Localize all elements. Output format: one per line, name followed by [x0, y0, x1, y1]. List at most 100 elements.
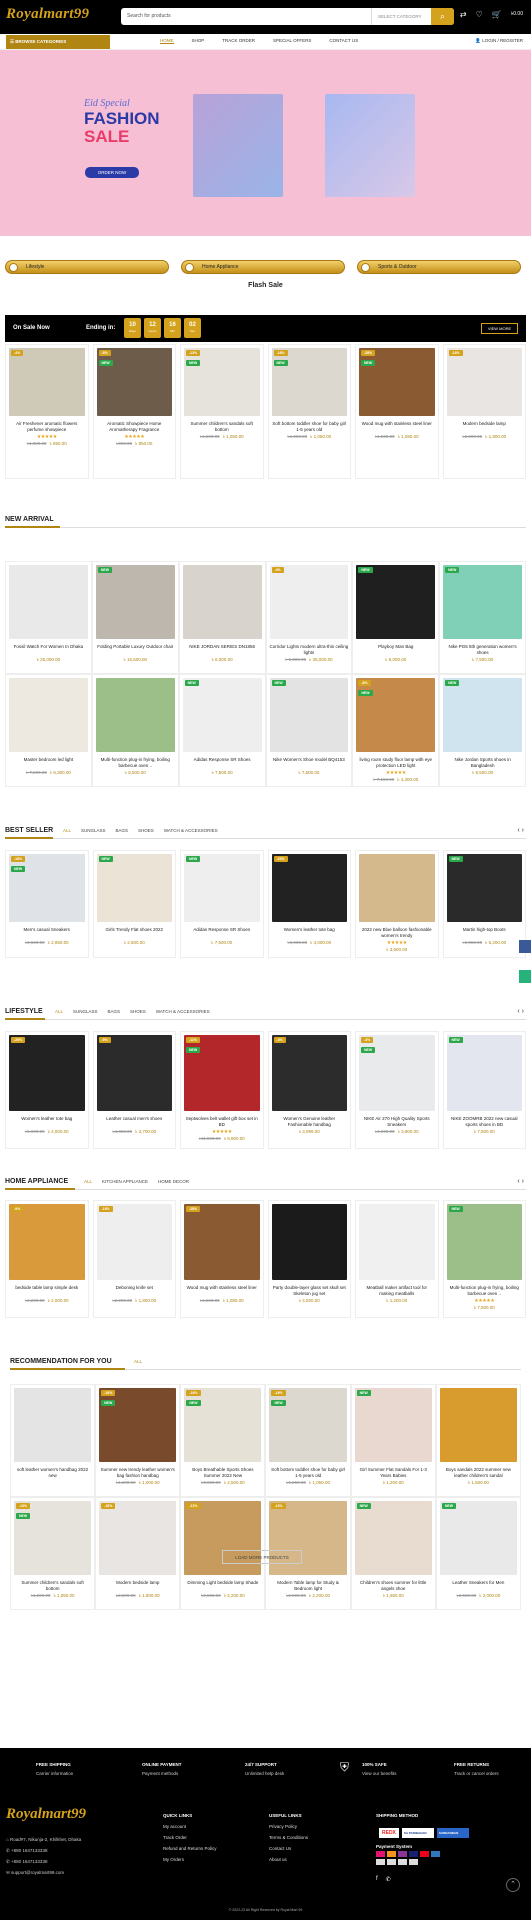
load-more-button[interactable]: LOAD MORE PRODUCTS — [222, 1550, 302, 1564]
product-card[interactable]: -8% NEW living room study floor lamp with … — [352, 674, 440, 787]
product-image[interactable] — [182, 565, 262, 639]
link-my-orders[interactable]: My Orders — [163, 1854, 217, 1865]
product-image[interactable] — [359, 1204, 435, 1280]
link-terms[interactable]: Terms & Conditions — [269, 1832, 308, 1843]
product-card[interactable]: -4% Corridor Lights modern ultra-thin cei… — [265, 561, 353, 674]
link-about-us[interactable]: About us — [269, 1854, 308, 1865]
product-image[interactable] — [96, 854, 172, 922]
product-image[interactable] — [184, 348, 260, 416]
nav-home[interactable]: HOME — [160, 38, 174, 44]
product-name[interactable]: Dimming Light bedside lamp Shade — [184, 1580, 261, 1586]
category-select[interactable]: SELECT CATEGORY — [371, 8, 431, 25]
carousel-arrows[interactable]: ‹ › — [517, 827, 524, 834]
product-name[interactable]: NIKE Air 270 High Quality Sports Sneaker… — [359, 1116, 435, 1127]
browse-categories-button[interactable]: ☰ BROWSE CATEGORIES — [6, 35, 110, 49]
tab-sunglass[interactable]: SUNGLASS — [81, 828, 106, 833]
product-image[interactable] — [354, 1388, 432, 1462]
site-logo[interactable]: Royalmart99 — [6, 6, 89, 23]
wishlist-icon[interactable]: ♡ — [476, 10, 483, 19]
nav-special-offers[interactable]: SPECIAL OFFERS — [273, 38, 311, 44]
product-card[interactable]: -18% Modern bedside lamp ৳2,200.00 ৳ 1,800.… — [442, 344, 526, 479]
product-image[interactable] — [271, 348, 347, 416]
product-image[interactable] — [184, 1204, 260, 1280]
product-name[interactable]: Soft bottom toddler shoe for baby girl 1… — [269, 1467, 346, 1478]
product-card[interactable]: -3% NEW NIKE Air 270 High Quality Sports S… — [355, 1031, 439, 1149]
carousel-arrows[interactable]: ‹ › — [517, 1008, 524, 1015]
product-image[interactable] — [359, 854, 435, 922]
product-name[interactable]: Meatball maker artifact tool for making … — [359, 1285, 435, 1296]
product-card[interactable]: -4% Women's Genuine leather Fashionable h… — [267, 1031, 351, 1149]
product-image[interactable] — [446, 1204, 522, 1280]
product-name[interactable]: Martin high-top Boots — [447, 927, 523, 933]
link-track-order[interactable]: Track Order — [163, 1832, 217, 1843]
product-name[interactable]: Nike Women's Shoe model BQ4153 — [270, 757, 349, 763]
link-contact-us[interactable]: Contact Us — [269, 1843, 308, 1854]
product-image[interactable] — [439, 1501, 517, 1575]
product-name[interactable]: Air Freshener aromatic flowers perfume s… — [9, 421, 85, 432]
phone-2[interactable]: ✆ +880 1647133338 — [6, 1856, 81, 1867]
product-image[interactable] — [96, 348, 172, 416]
product-image[interactable] — [9, 1035, 85, 1111]
product-card[interactable]: NEW Nike Jordan Sports shoes in Banglades… — [439, 674, 526, 787]
nav-shop[interactable]: SHOP — [192, 38, 205, 44]
product-name[interactable]: Adidas Response SR Shoes — [184, 927, 260, 933]
search-button[interactable]: ⌕ — [431, 8, 454, 25]
product-card[interactable]: -16% NEW Men's casual Sneakers ৳3,500.00 ৳ 2… — [5, 850, 89, 958]
product-name[interactable]: Nike Jordan Sports shoes in Bangladesh — [443, 757, 522, 768]
link-privacy-policy[interactable]: Privacy Policy — [269, 1821, 308, 1832]
product-image[interactable] — [443, 565, 522, 639]
product-name[interactable]: Modern bedside lamp — [99, 1580, 176, 1586]
cart-total[interactable]: ৳0.00 — [511, 11, 523, 19]
facebook-icon[interactable]: f — [376, 1876, 378, 1883]
product-image[interactable] — [269, 565, 349, 639]
product-name[interactable]: Women's leather tote bag — [272, 927, 348, 933]
product-name[interactable]: NIKE JORDAN SERIES DN1856 — [183, 644, 262, 650]
product-card[interactable]: -8% NEW Aromatic Showpiece Home Aromathera… — [92, 344, 176, 479]
phone-1[interactable]: ✆ +880 1647133338 — [6, 1845, 81, 1856]
product-card[interactable]: Boys sandals 2022 summer new leather chi… — [435, 1384, 521, 1497]
product-card[interactable]: -20% Women's leather tote bag ৳5,000.00 ৳ 4… — [5, 1031, 89, 1149]
product-image[interactable] — [271, 1204, 347, 1280]
product-card[interactable]: -16% NEW Summer new trendy leather women's… — [95, 1384, 181, 1497]
tab-all[interactable]: ALL — [134, 1359, 142, 1364]
product-image[interactable] — [9, 348, 85, 416]
product-card[interactable]: NEW Multi-function plug-in frying, boilin… — [442, 1200, 526, 1318]
product-card[interactable]: NEW Girl Summer Flat Sandals For 1-3 Year… — [350, 1384, 436, 1497]
product-name[interactable]: Multi-function plug-in frying, boiling b… — [447, 1285, 523, 1296]
nav-contact[interactable]: CONTACT US — [329, 38, 358, 44]
product-image[interactable] — [446, 1035, 522, 1111]
tab-watch-accessories[interactable]: WATCH & ACCESSORIES — [156, 1009, 210, 1014]
product-image[interactable] — [446, 854, 522, 922]
product-name[interactable]: Deboning knife set — [97, 1285, 173, 1291]
product-image[interactable] — [443, 678, 522, 752]
product-image[interactable] — [96, 1204, 172, 1280]
tab-bags[interactable]: BAGS — [116, 828, 129, 833]
product-name[interactable]: NIKE ZOOMRB 2022 new casual sports shoes… — [447, 1116, 523, 1127]
product-card[interactable]: NEW Adidas Response SR Shoes ৳ 7,500.00 — [178, 674, 266, 787]
email[interactable]: ✉ support@royalmart99.com — [6, 1867, 81, 1878]
product-card[interactable]: NEW Children's shoes summer for little an… — [350, 1497, 436, 1610]
product-card[interactable]: NEW Nike PG5 5th generation women's shoes… — [439, 561, 526, 674]
hero-banner[interactable]: Eid Special FASHION SALE ORDER NOW — [0, 50, 531, 236]
product-name[interactable]: Women's Genuine leather Fashionable hand… — [272, 1116, 348, 1127]
product-card[interactable]: -11% NEW Septwolves belt wallet gift box s… — [180, 1031, 264, 1149]
carousel-arrows[interactable]: ‹ › — [517, 1178, 524, 1185]
product-name[interactable]: Leather Sneakers for Men — [440, 1580, 517, 1586]
category-sports-outdoor[interactable]: Sports & Outdoor — [357, 260, 521, 274]
product-card[interactable]: -16% NEW Soft bottom toddler shoe for baby… — [265, 1384, 351, 1497]
product-card[interactable]: NEW Martin high-top Boots ৳6,950.00 ৳ 6,200… — [442, 850, 526, 958]
product-image[interactable] — [439, 1388, 517, 1462]
product-name[interactable]: Multi-function plug-in frying, boiling b… — [96, 757, 175, 768]
product-card[interactable]: -18% Modern bedside lamp ৳2,200.00 ৳ 1,800.… — [95, 1497, 181, 1610]
product-card[interactable]: -4% Air Freshener aromatic flowers perfum… — [5, 344, 89, 479]
product-name[interactable]: Soft bottom toddler shoe for baby girl 1… — [272, 421, 348, 432]
product-image[interactable] — [182, 678, 262, 752]
tab-kitchen-appliance[interactable]: KITCHEN APPLIANCE — [102, 1179, 148, 1184]
product-name[interactable]: Women's leather tote bag — [9, 1116, 85, 1122]
product-image[interactable] — [14, 1388, 92, 1462]
tab-shoes[interactable]: SHOES — [138, 828, 154, 833]
tab-watch-accessories[interactable]: WATCH & ACCESSORIES — [164, 828, 218, 833]
product-name[interactable]: Aromatic Showpiece Home Aromatherapy Fra… — [97, 421, 173, 432]
product-name[interactable]: Girls Trendy Flat shoes 2022 — [97, 927, 173, 933]
product-card[interactable]: NEW Folding Portable Luxury Outdoor chair… — [91, 561, 179, 674]
